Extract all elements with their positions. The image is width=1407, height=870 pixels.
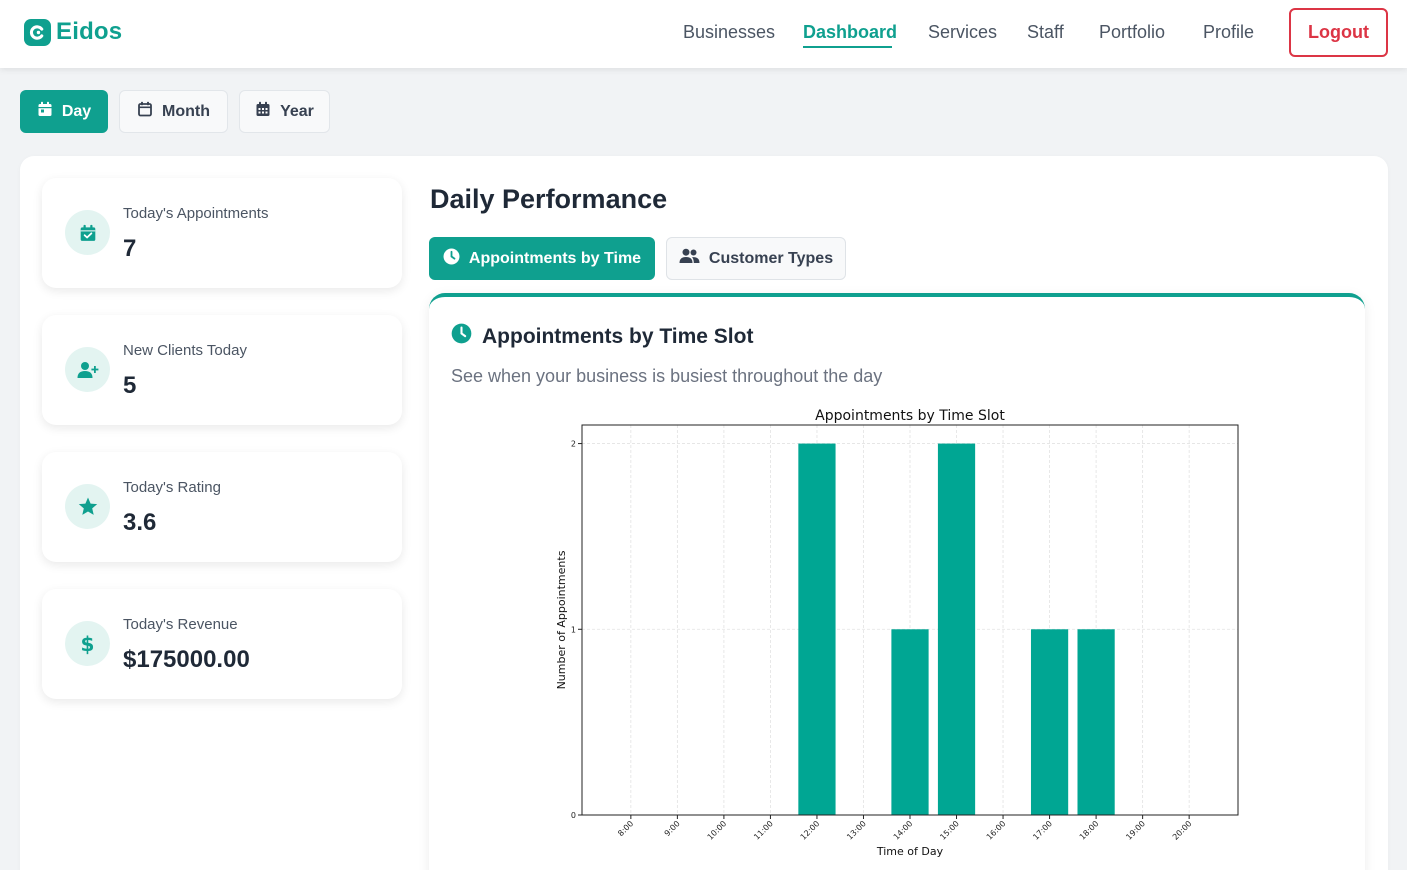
nav-businesses[interactable]: Businesses xyxy=(683,22,775,43)
x-axis-label: Time of Day xyxy=(876,845,944,858)
x-tick-label: 17:00 xyxy=(1031,819,1054,842)
section-title: Daily Performance xyxy=(430,184,668,214)
y-axis-label: Number of Appointments xyxy=(555,550,568,689)
x-tick-label: 16:00 xyxy=(985,819,1008,842)
stat-card-appointments: Today's Appointments 7 xyxy=(42,178,402,288)
period-month-button[interactable]: Month xyxy=(119,90,228,133)
stat-label: Today's Appointments xyxy=(123,205,269,222)
period-day-button[interactable]: Day xyxy=(20,90,108,133)
calendar-day-icon xyxy=(37,101,53,122)
x-tick-label: 15:00 xyxy=(938,819,961,842)
nav-portfolio[interactable]: Portfolio xyxy=(1099,22,1165,43)
stat-value: 5 xyxy=(123,372,137,399)
dollar-icon: $ xyxy=(65,621,110,666)
nav-services[interactable]: Services xyxy=(928,22,997,43)
x-tick-label: 14:00 xyxy=(892,819,915,842)
tab-appointments-by-time[interactable]: Appointments by Time xyxy=(429,237,655,280)
chart-card-title: Appointments by Time Slot xyxy=(451,323,753,350)
star-icon xyxy=(65,484,110,529)
period-month-label: Month xyxy=(162,102,210,120)
nav-dashboard[interactable]: Dashboard xyxy=(803,22,897,43)
calendar-icon xyxy=(137,101,153,122)
chart-title: Appointments by Time Slot xyxy=(815,408,1005,424)
bar-12:00 xyxy=(798,443,836,815)
stat-value: $175000.00 xyxy=(123,646,250,673)
x-tick-label: 18:00 xyxy=(1078,819,1101,842)
calendar-check-icon xyxy=(65,210,110,255)
period-year-button[interactable]: Year xyxy=(239,90,330,133)
user-plus-icon xyxy=(65,347,110,392)
x-tick-label: 10:00 xyxy=(706,819,729,842)
bar-17:00 xyxy=(1030,629,1069,815)
chart-card-subtitle: See when your business is busiest throug… xyxy=(451,366,883,386)
stat-card-revenue: $ Today's Revenue $175000.00 xyxy=(42,589,402,699)
x-tick-label: 20:00 xyxy=(1171,819,1194,842)
calendar-grid-icon xyxy=(255,101,271,122)
x-tick-label: 9:00 xyxy=(663,819,682,838)
users-icon xyxy=(679,248,700,269)
nav-profile[interactable]: Profile xyxy=(1203,22,1254,43)
clock-icon xyxy=(451,323,472,350)
y-tick-label: 2 xyxy=(571,440,576,449)
bar-14:00 xyxy=(891,629,929,815)
appointments-bar-chart: 0 1 2 8:00 9:00 10:00 11:00 12:00 13:00 14:00 15:0… xyxy=(555,408,1239,858)
tab-label: Appointments by Time xyxy=(468,249,642,267)
bar-15:00 xyxy=(937,443,976,815)
stat-card-new-clients: New Clients Today 5 xyxy=(42,315,402,425)
period-day-label: Day xyxy=(61,102,92,120)
stat-card-rating: Today's Rating 3.6 xyxy=(42,452,402,562)
period-year-label: Year xyxy=(280,102,314,120)
card-title-text: Appointments by Time Slot xyxy=(482,324,754,348)
stat-value: 7 xyxy=(123,235,137,262)
logout-button[interactable]: Logout xyxy=(1289,8,1388,57)
brand-name: Eidos xyxy=(56,18,123,45)
brand-logo[interactable]: Eidos xyxy=(24,18,122,46)
stat-label: Today's Rating xyxy=(123,479,221,496)
stat-label: New Clients Today xyxy=(123,342,247,359)
x-tick-label: 13:00 xyxy=(845,819,868,842)
nav-staff[interactable]: Staff xyxy=(1027,22,1064,43)
stat-value: 3.6 xyxy=(123,509,157,536)
tab-customer-types[interactable]: Customer Types xyxy=(666,237,846,280)
y-tick-label: 0 xyxy=(571,811,576,820)
active-nav-indicator xyxy=(803,46,892,48)
x-tick-label: 19:00 xyxy=(1124,819,1147,842)
stat-label: Today's Revenue xyxy=(123,616,238,633)
clock-icon xyxy=(443,248,460,270)
top-navbar: Eidos Businesses Dashboard Services Staf… xyxy=(0,0,1407,68)
y-tick-label: 1 xyxy=(571,625,576,634)
c-logo-icon xyxy=(24,18,51,46)
tab-label: Customer Types xyxy=(708,249,834,267)
x-tick-label: 11:00 xyxy=(752,819,775,842)
bar-18:00 xyxy=(1077,629,1115,815)
x-tick-label: 12:00 xyxy=(799,819,822,842)
x-tick-label: 8:00 xyxy=(616,819,635,838)
